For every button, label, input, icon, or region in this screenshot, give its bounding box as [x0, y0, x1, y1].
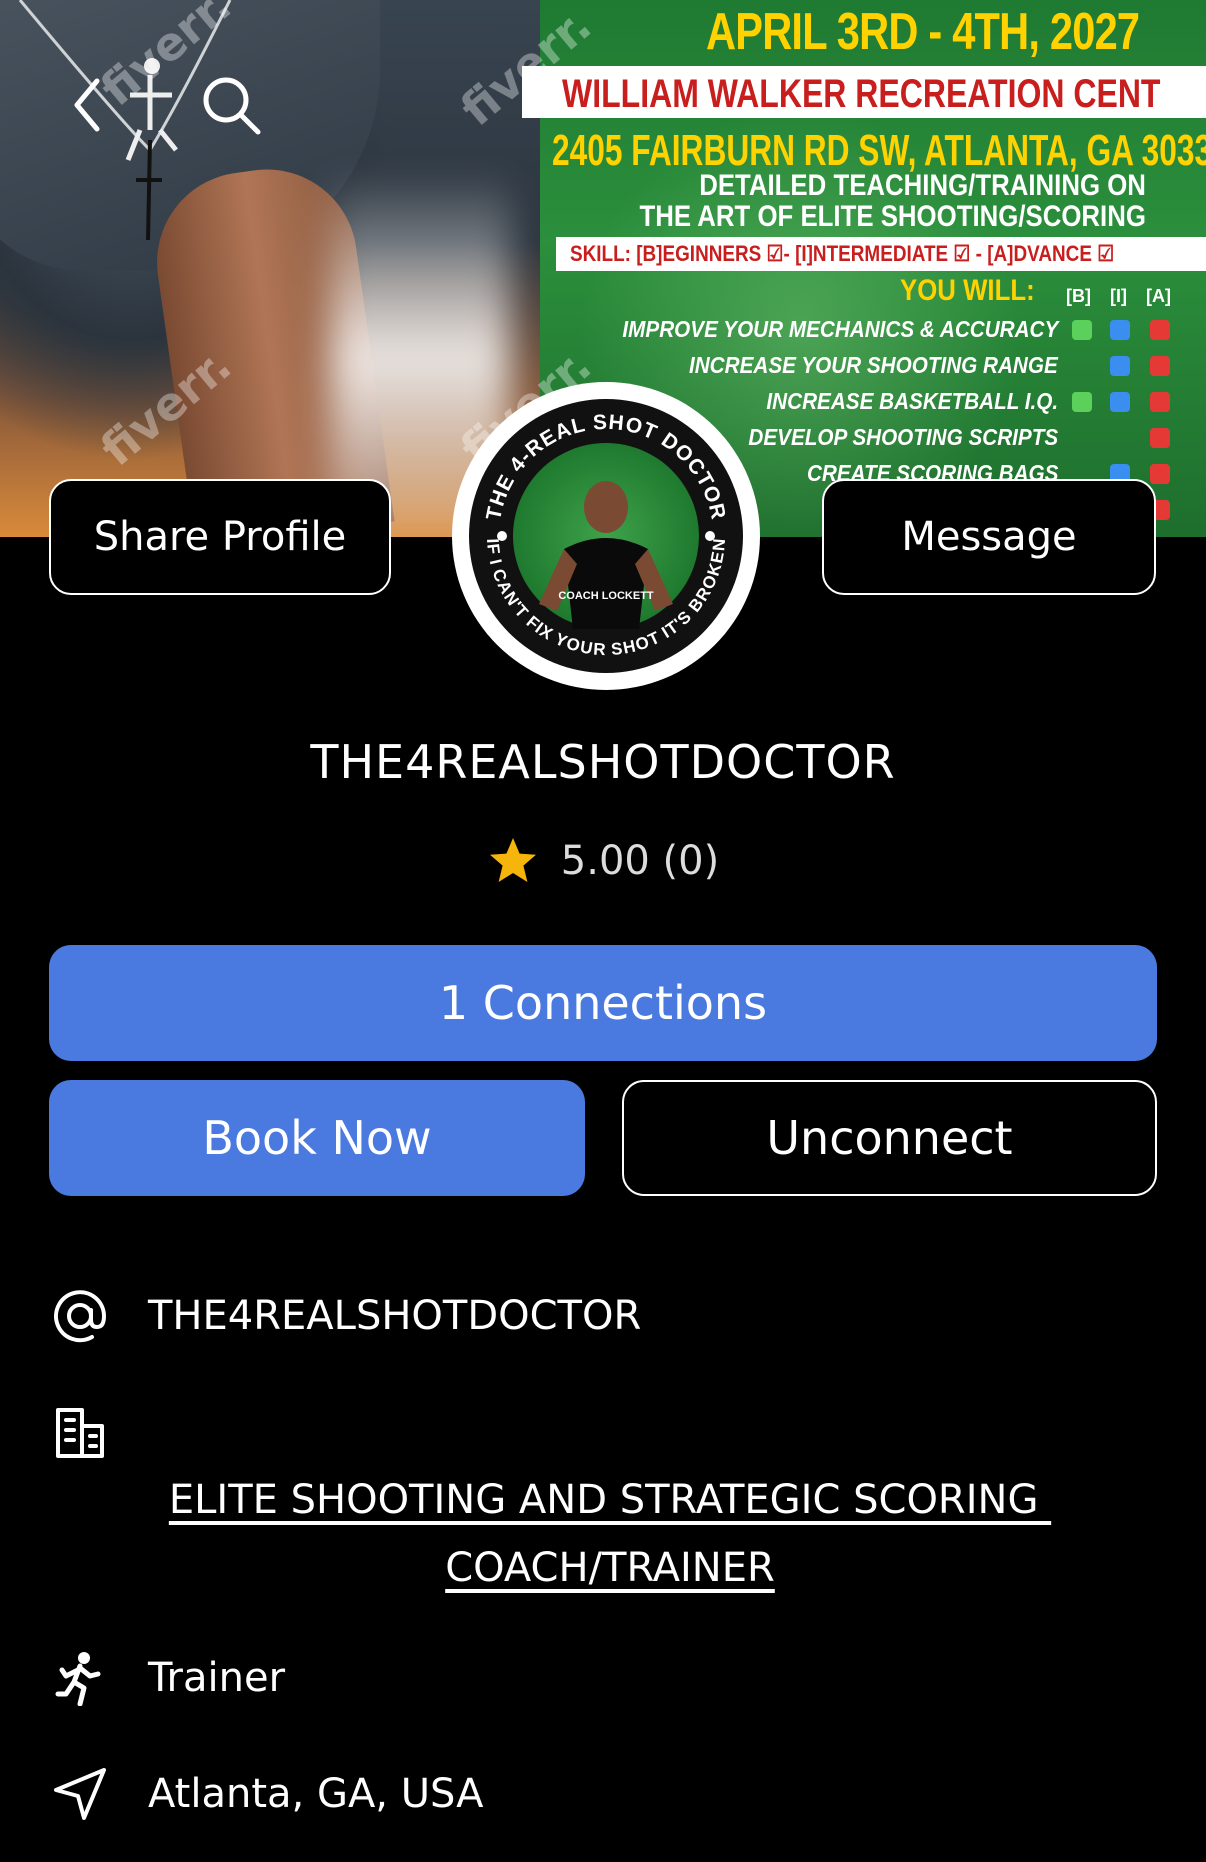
back-button[interactable]	[52, 70, 122, 140]
flyer-skill: SKILL: [B]EGINNERS ☑- [I]NTERMEDIATE ☑ -…	[570, 241, 1115, 266]
rating-value: 5.00 (0)	[560, 838, 720, 884]
flyer-date: APRIL 3RD - 4TH, 2027	[706, 3, 1140, 61]
flyer-item: INCREASE BASKETBALL I.Q.	[766, 388, 1058, 414]
avatar[interactable]: THE 4-REAL SHOT DOCTOR IF I CAN'T FIX YO…	[452, 382, 760, 690]
flyer-item: IMPROVE YOUR MECHANICS & ACCURACY	[622, 316, 1058, 342]
navigation-arrow-icon	[50, 1764, 110, 1824]
handle-row: THE4REALSHOTDOCTOR	[50, 1286, 641, 1346]
message-button[interactable]: Message	[822, 479, 1156, 595]
star-icon	[489, 838, 536, 882]
unconnect-button[interactable]: Unconnect	[622, 1080, 1157, 1196]
search-button[interactable]	[196, 70, 266, 140]
rating: 5.00 (0)	[0, 835, 1206, 887]
handle-text: THE4REALSHOTDOCTOR	[148, 1293, 642, 1339]
flyer-you-will: YOU WILL:	[900, 274, 1035, 307]
avatar-logo: THE 4-REAL SHOT DOCTOR IF I CAN'T FIX YO…	[469, 399, 743, 673]
runner-icon	[50, 1648, 110, 1708]
svg-text:THE 4-REAL SHOT DOCTOR: THE 4-REAL SHOT DOCTOR	[482, 411, 730, 522]
book-now-button[interactable]: Book Now	[49, 1080, 585, 1196]
flyer-detail-line1: DETAILED TEACHING/TRAINING ON	[699, 169, 1146, 202]
location-text: Atlanta, GA, USA	[148, 1771, 484, 1817]
logo-top-text: THE 4-REAL SHOT DOCTOR	[482, 411, 729, 522]
flyer-item: INCREASE YOUR SHOOTING RANGE	[689, 352, 1058, 378]
at-sign-icon	[50, 1286, 110, 1346]
role-text: Trainer	[148, 1655, 286, 1701]
headline-line1: ELITE SHOOTING AND STRATEGIC SCORING	[168, 1477, 1052, 1523]
share-profile-button[interactable]: Share Profile	[49, 479, 391, 595]
connections-button[interactable]: 1 Connections	[49, 945, 1157, 1061]
flyer-detail-line2: THE ART OF ELITE SHOOTING/SCORING	[639, 200, 1146, 233]
building-icon	[50, 1402, 110, 1462]
headline-line2: COACH/TRAINER	[445, 1545, 775, 1591]
location-row: Atlanta, GA, USA	[50, 1764, 484, 1824]
flyer-item: DEVELOP SHOOTING SCRIPTS	[748, 424, 1058, 450]
profile-username: THE4REALSHOTDOCTOR	[310, 735, 896, 789]
flyer-venue: WILLIAM WALKER RECREATION CENT	[562, 72, 1161, 116]
profile-headline-link[interactable]: ELITE SHOOTING AND STRATEGIC SCORING COA…	[100, 1466, 1120, 1602]
search-icon	[203, 77, 261, 135]
chevron-left-icon	[74, 78, 100, 132]
flyer-detail: DETAILED TEACHING/TRAINING ON THE ART OF…	[640, 170, 1146, 232]
logo-name: COACH LOCKETT	[558, 590, 654, 602]
role-row: Trainer	[50, 1648, 285, 1708]
flyer-columns: [B] [I] [A]	[1066, 286, 1171, 306]
